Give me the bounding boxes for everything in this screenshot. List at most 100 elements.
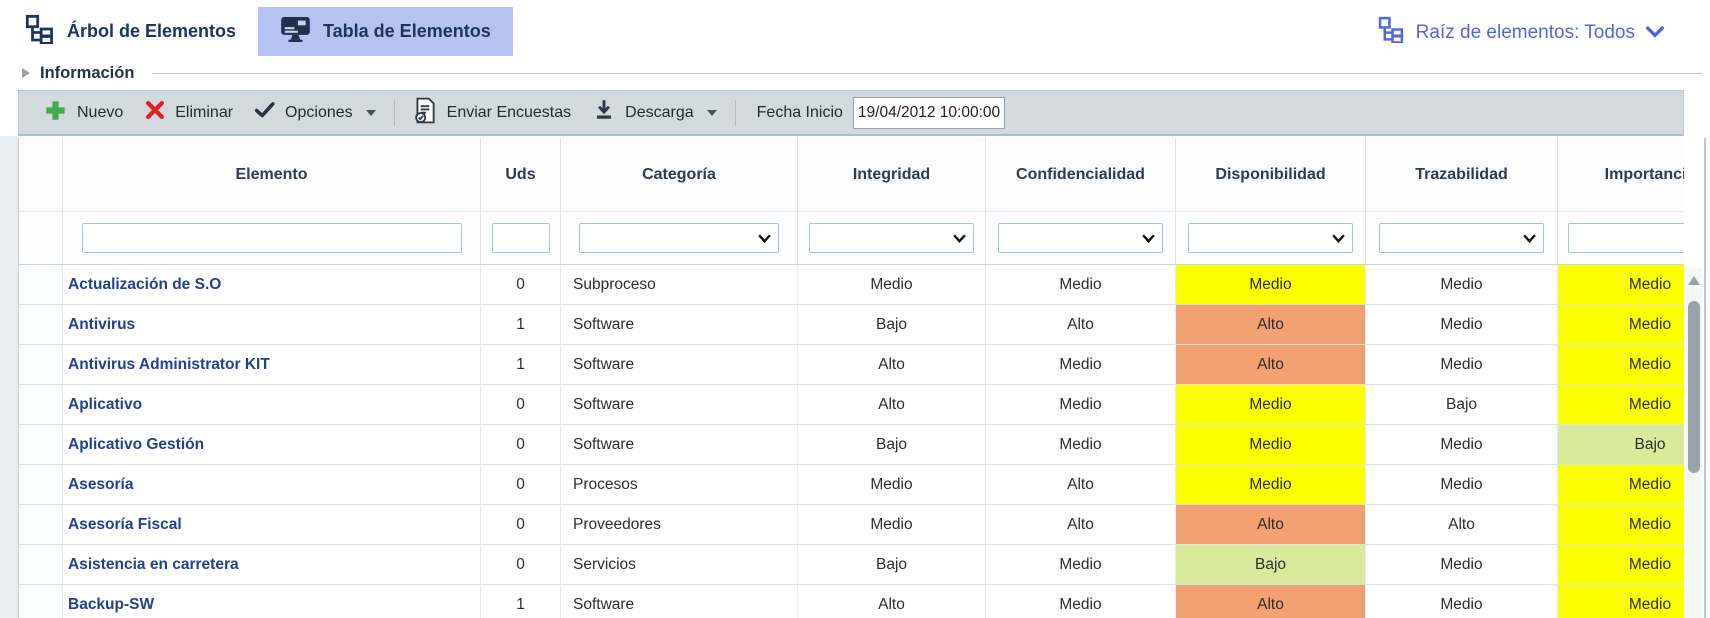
caret-down-icon <box>366 110 376 116</box>
column-header-integridad[interactable]: Integridad <box>798 138 986 212</box>
cell-trazabilidad: Medio <box>1366 345 1558 385</box>
root-selector-dropdown[interactable]: Raíz de elementos: Todos <box>1378 16 1664 49</box>
cell-integridad: Bajo <box>798 545 986 585</box>
filter-categoria-select[interactable] <box>579 223 779 253</box>
element-link[interactable]: Aplicativo Gestión <box>68 436 204 453</box>
row-handle[interactable] <box>19 505 63 545</box>
filter-disponibilidad-select[interactable] <box>1188 223 1353 253</box>
cell-elemento: Asesoría <box>63 465 481 505</box>
section-title: Información <box>40 64 134 83</box>
table-row[interactable]: Asesoría Fiscal0ProveedoresMedioAltoAlto… <box>19 505 1684 545</box>
filter-importancia-input[interactable] <box>1568 223 1685 253</box>
collapse-arrow-icon <box>22 68 30 78</box>
page-left-margin <box>0 136 18 618</box>
element-link[interactable]: Aplicativo <box>68 396 142 413</box>
column-header-disponibilidad[interactable]: Disponibilidad <box>1176 138 1366 212</box>
element-link[interactable]: Asesoría <box>68 476 133 493</box>
scrollbar-thumb[interactable] <box>1688 301 1700 473</box>
tab-tabla-de-elementos[interactable]: Tabla de Elementos <box>258 7 513 56</box>
table-row[interactable]: Asistencia en carretera0ServiciosBajoMed… <box>19 545 1684 585</box>
cell-trazabilidad: Medio <box>1366 465 1558 505</box>
column-header-uds[interactable]: Uds <box>481 138 561 212</box>
vertical-scrollbar[interactable] <box>1686 268 1702 618</box>
cell-importancia: Medio <box>1558 585 1684 618</box>
table-row[interactable]: Asesoría0ProcesosMedioAltoMedioMedioMedi… <box>19 465 1684 505</box>
table-row[interactable]: Antivirus Administrator KIT1SoftwareAlto… <box>19 345 1684 385</box>
element-link[interactable]: Antivirus Administrator KIT <box>68 356 270 373</box>
cell-confidencialidad: Alto <box>986 305 1176 345</box>
table-row[interactable]: Aplicativo Gestión0SoftwareBajoMedioMedi… <box>19 425 1684 465</box>
tab-label: Tabla de Elementos <box>323 21 491 42</box>
element-link[interactable]: Antivirus <box>68 316 135 333</box>
row-handle[interactable] <box>19 545 63 585</box>
document-check-icon <box>413 97 437 129</box>
column-header-elemento[interactable]: Elemento <box>63 138 481 212</box>
informacion-section-header[interactable]: Información <box>22 60 1702 86</box>
cell-integridad: Alto <box>798 385 986 425</box>
cell-elemento: Backup-SW <box>63 585 481 618</box>
button-label: Eliminar <box>175 104 233 122</box>
element-link[interactable]: Asistencia en carretera <box>68 556 239 573</box>
element-link[interactable]: Backup-SW <box>68 596 154 613</box>
row-handle[interactable] <box>19 385 63 425</box>
row-handle[interactable] <box>19 585 63 618</box>
cell-categoria: Software <box>561 305 798 345</box>
toolbar-separator <box>735 100 736 126</box>
filter-confidencialidad-select[interactable] <box>998 223 1163 253</box>
enviar-encuestas-button[interactable]: Enviar Encuestas <box>402 97 583 129</box>
cell-elemento: Aplicativo Gestión <box>63 425 481 465</box>
header-row: Elemento Uds Categoría Integridad Confid… <box>19 138 1684 212</box>
cell-confidencialidad: Medio <box>986 545 1176 585</box>
filter-row <box>19 212 1684 265</box>
column-header-confidencialidad[interactable]: Confidencialidad <box>986 138 1176 212</box>
cell-importancia: Medio <box>1558 385 1684 425</box>
cell-trazabilidad: Medio <box>1366 545 1558 585</box>
row-handle[interactable] <box>19 425 63 465</box>
fecha-inicio-input[interactable] <box>853 97 1005 129</box>
descarga-dropdown-button[interactable]: Descarga <box>582 98 727 127</box>
cell-uds: 1 <box>481 585 561 618</box>
cell-categoria: Subproceso <box>561 265 798 305</box>
table-row[interactable]: Actualización de S.O0SubprocesoMedioMedi… <box>19 265 1684 305</box>
section-divider <box>152 73 1702 74</box>
cell-trazabilidad: Medio <box>1366 305 1558 345</box>
chevron-down-icon <box>1646 22 1664 44</box>
cell-categoria: Procesos <box>561 465 798 505</box>
cell-confidencialidad: Medio <box>986 265 1176 305</box>
table-row[interactable]: Aplicativo0SoftwareAltoMedioMedioBajoMed… <box>19 385 1684 425</box>
filter-integridad-select[interactable] <box>809 223 974 253</box>
column-header-handle <box>19 138 63 212</box>
row-handle[interactable] <box>19 465 63 505</box>
nuevo-button[interactable]: Nuevo <box>33 99 134 127</box>
filter-elemento-input[interactable] <box>82 223 462 253</box>
opciones-dropdown-button[interactable]: Opciones <box>244 102 387 123</box>
root-selector-label: Raíz de elementos: Todos <box>1416 22 1635 44</box>
element-link[interactable]: Asesoría Fiscal <box>68 516 182 533</box>
filter-uds-input[interactable] <box>492 223 550 253</box>
column-header-trazabilidad[interactable]: Trazabilidad <box>1366 138 1558 212</box>
filter-trazabilidad-select[interactable] <box>1379 223 1544 253</box>
cell-confidencialidad: Medio <box>986 585 1176 618</box>
cell-categoria: Software <box>561 345 798 385</box>
eliminar-button[interactable]: Eliminar <box>134 100 244 125</box>
tab-arbol-de-elementos[interactable]: Árbol de Elementos <box>25 14 236 49</box>
table-row[interactable]: Antivirus1SoftwareBajoAltoAltoMedioMedio <box>19 305 1684 345</box>
row-handle[interactable] <box>19 345 63 385</box>
cell-disponibilidad: Medio <box>1176 425 1366 465</box>
cell-elemento: Actualización de S.O <box>63 265 481 305</box>
cell-importancia: Medio <box>1558 305 1684 345</box>
cell-elemento: Asistencia en carretera <box>63 545 481 585</box>
cell-disponibilidad: Medio <box>1176 465 1366 505</box>
row-handle[interactable] <box>19 305 63 345</box>
cell-uds: 0 <box>481 265 561 305</box>
element-link[interactable]: Actualización de S.O <box>68 276 221 293</box>
column-header-categoria[interactable]: Categoría <box>561 138 798 212</box>
cell-uds: 1 <box>481 305 561 345</box>
table-row[interactable]: Backup-SW1SoftwareAltoMedioAltoMedioMedi… <box>19 585 1684 618</box>
scroll-up-arrow-icon[interactable] <box>1688 276 1700 285</box>
monitor-icon <box>280 15 311 49</box>
row-handle[interactable] <box>19 265 63 305</box>
column-header-importancia[interactable]: Importancia <box>1558 138 1684 212</box>
cell-elemento: Aplicativo <box>63 385 481 425</box>
button-label: Opciones <box>285 104 353 122</box>
